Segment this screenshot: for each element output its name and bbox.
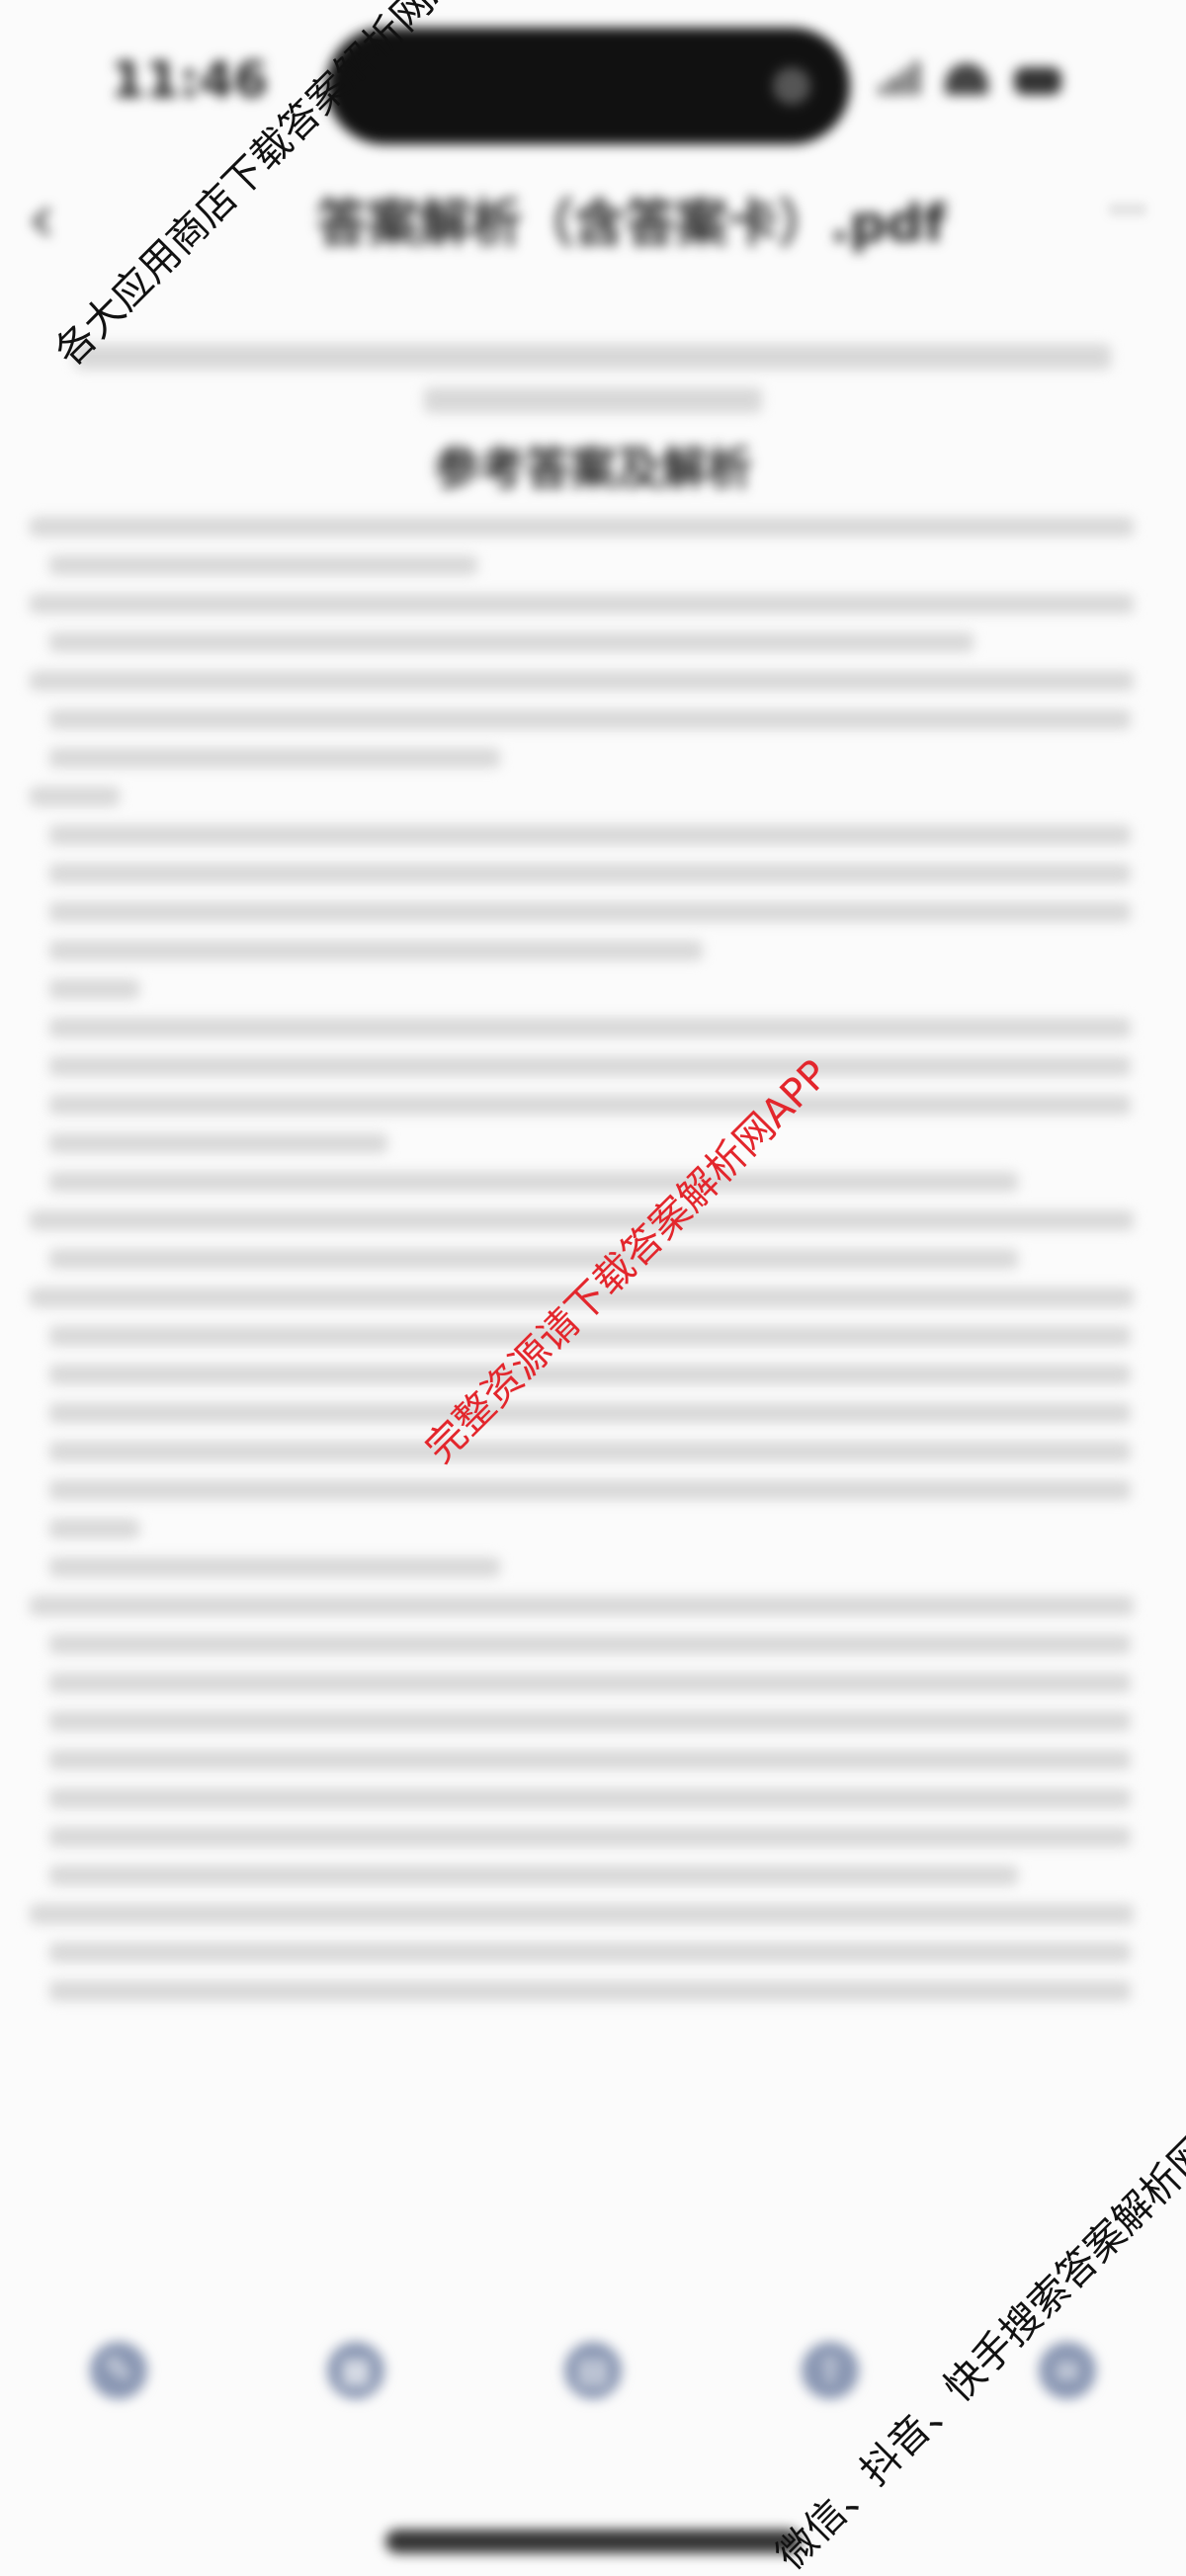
text-line xyxy=(49,748,500,768)
toolbar-share-button[interactable]: ⇪ xyxy=(751,2342,909,2411)
toolbar-thumbnails-button[interactable]: ▦ xyxy=(277,2342,435,2411)
text-line xyxy=(49,1056,1132,1076)
text-line xyxy=(30,787,121,806)
text-line xyxy=(30,1904,1135,1924)
text-line xyxy=(49,709,1132,729)
text-line xyxy=(49,555,478,575)
text-line xyxy=(30,671,1135,691)
document-subheading: 参考答案及解析 xyxy=(434,442,752,495)
document-page[interactable]: 参考答案及解析 xyxy=(30,326,1156,2105)
text-line xyxy=(49,1866,1019,1885)
text-line xyxy=(49,1095,1132,1115)
text-line xyxy=(49,1442,1132,1461)
text-line xyxy=(49,1557,500,1577)
text-line xyxy=(49,632,974,652)
status-time: 11:46 xyxy=(111,51,269,109)
more-icon[interactable]: ··· xyxy=(1109,188,1146,233)
menu-icon: ≡ xyxy=(1039,2342,1096,2399)
text-line xyxy=(49,1403,1132,1423)
text-line xyxy=(49,1943,1132,1962)
battery-icon xyxy=(1014,67,1061,95)
text-line xyxy=(49,1634,1132,1654)
text-line xyxy=(49,1519,140,1538)
text-line xyxy=(49,864,1132,883)
share-icon: ⇪ xyxy=(802,2342,859,2399)
text-line xyxy=(49,1172,1019,1192)
text-line xyxy=(49,1018,1132,1038)
text-line xyxy=(49,1365,1132,1384)
text-line xyxy=(49,1827,1132,1847)
text-line xyxy=(49,1981,1132,2001)
toolbar-pages-button[interactable]: ▤ xyxy=(514,2342,672,2411)
text-line xyxy=(49,1480,1132,1500)
text-line xyxy=(49,1711,1132,1731)
text-line xyxy=(30,1210,1135,1230)
text-line xyxy=(49,1133,387,1153)
text-line xyxy=(49,825,1132,845)
text-line xyxy=(49,1673,1132,1693)
pen-icon: ✎ xyxy=(90,2342,147,2399)
text-line xyxy=(30,594,1135,614)
status-icons xyxy=(880,59,1061,95)
grid-icon: ▦ xyxy=(327,2342,384,2399)
text-line xyxy=(49,979,140,999)
text-line xyxy=(30,517,1135,537)
status-bar: 11:46 xyxy=(0,0,1186,168)
home-indicator[interactable] xyxy=(385,2530,801,2553)
toolbar-annotate-button[interactable]: ✎ xyxy=(40,2342,198,2411)
text-line xyxy=(49,1788,1132,1808)
wifi-icon xyxy=(945,63,988,95)
phone-screen: 11:46 ‹ 答案解析（含答案卡）.pdf ··· 参考答案及解析 ✎ ▦ ▤… xyxy=(0,0,1186,2576)
back-icon[interactable]: ‹ xyxy=(28,178,55,259)
text-line xyxy=(49,941,704,960)
text-line xyxy=(30,1596,1135,1616)
text-line xyxy=(49,1750,1132,1770)
camera-dot-icon xyxy=(773,67,810,105)
text-line xyxy=(49,1249,1019,1269)
heading-line xyxy=(424,387,762,413)
signal-icon xyxy=(880,59,919,95)
heading-line xyxy=(74,344,1112,370)
text-line xyxy=(49,902,1132,922)
page-icon: ▤ xyxy=(564,2342,622,2399)
document-title: 答案解析（含答案卡）.pdf xyxy=(316,195,946,254)
